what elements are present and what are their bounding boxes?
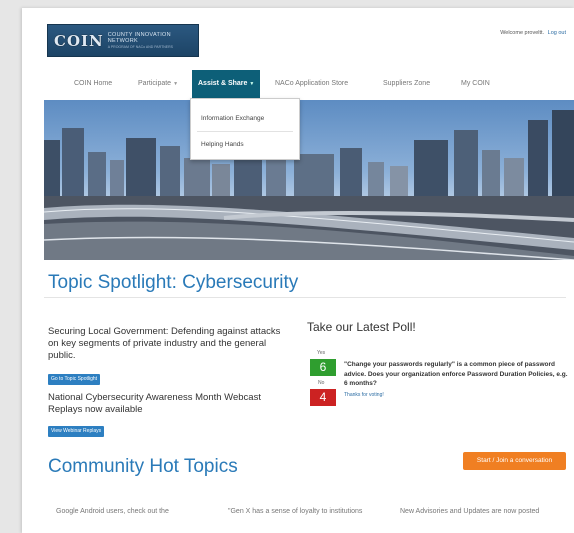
section-divider <box>44 297 566 298</box>
nav-label: NACo Application Store <box>275 80 349 87</box>
hero-banner <box>44 100 574 260</box>
webcast-story: National Cybersecurity Awareness Month W… <box>48 392 261 415</box>
hot-topic-item[interactable]: New Advisories and Updates are now poste… <box>400 508 539 515</box>
nav-my-coin[interactable]: My COIN <box>461 70 490 98</box>
dropdown-divider <box>197 131 293 132</box>
yes-vote-button[interactable]: 6 <box>310 359 336 376</box>
nav-naco-app-store[interactable]: NACo Application Store <box>275 70 348 98</box>
spotlight-title: Topic Spotlight: Cybersecurity <box>48 272 299 293</box>
dropdown-item-information-exchange[interactable]: Information Exchange <box>201 115 264 122</box>
poll-thanks: Thanks for voting! <box>344 392 384 398</box>
logo-mark: COIN <box>54 31 104 50</box>
coin-logo[interactable]: COIN COUNTY INNOVATION NETWORK A PROGRAM… <box>47 24 199 57</box>
view-webinar-replays-button[interactable]: View Webinar Replays <box>48 426 105 437</box>
hot-topic-item[interactable]: Google Android users, check out the <box>56 508 169 515</box>
no-vote-button[interactable]: 4 <box>310 389 336 406</box>
page: COIN COUNTY INNOVATION NETWORK A PROGRAM… <box>22 8 574 533</box>
logo-text: COUNTY INNOVATION NETWORK A PROGRAM OF N… <box>108 32 198 49</box>
poll-question: "Change your passwords regularly" is a c… <box>344 361 568 387</box>
yes-label: Yes <box>317 350 326 356</box>
nav-coin-home[interactable]: COIN Home <box>74 70 112 98</box>
logo-title: COUNTY INNOVATION NETWORK <box>107 32 171 44</box>
go-to-topic-spotlight-button[interactable]: Go to Topic Spotlight <box>48 374 101 385</box>
nav-label: My COIN <box>461 80 490 87</box>
nav-label: Assist & Share <box>198 80 248 87</box>
logo-subtitle: A PROGRAM OF NACo AND PARTNERS <box>107 45 173 49</box>
poll-title: Take our Latest Poll! <box>307 320 416 334</box>
assist-share-dropdown: Information Exchange Helping Hands <box>190 98 300 160</box>
hot-topics-title: Community Hot Topics <box>48 456 238 477</box>
hot-topic-item[interactable]: "Gen X has a sense of loyalty to institu… <box>228 508 362 515</box>
logout-link[interactable]: Log out <box>548 30 566 36</box>
nav-label: Participate <box>138 80 172 87</box>
nav-participate[interactable]: Participate ▼ <box>138 70 178 98</box>
main-nav: COIN Home Participate ▼ Assist & Share ▼ N… <box>22 70 574 98</box>
site-header: COIN COUNTY INNOVATION NETWORK A PROGRAM… <box>22 8 574 68</box>
caret-down-icon: ▼ <box>173 81 179 87</box>
nav-assist-share[interactable]: Assist & Share ▼ <box>192 70 261 98</box>
dropdown-item-helping-hands[interactable]: Helping Hands <box>201 141 244 148</box>
city-highway-image <box>44 110 574 260</box>
caret-down-icon: ▼ <box>249 81 255 87</box>
nav-label: Suppliers Zone <box>383 80 431 87</box>
nav-suppliers-zone[interactable]: Suppliers Zone <box>383 70 430 98</box>
welcome-text: Welcome proveltt. <box>500 30 545 36</box>
welcome-area: Welcome proveltt. Log out <box>500 30 566 36</box>
start-join-conversation-button[interactable]: Start / Join a conversation <box>463 452 566 470</box>
spotlight-story: Securing Local Government: Defending aga… <box>48 326 281 361</box>
nav-label: COIN Home <box>74 80 113 87</box>
no-label: No <box>318 380 325 386</box>
